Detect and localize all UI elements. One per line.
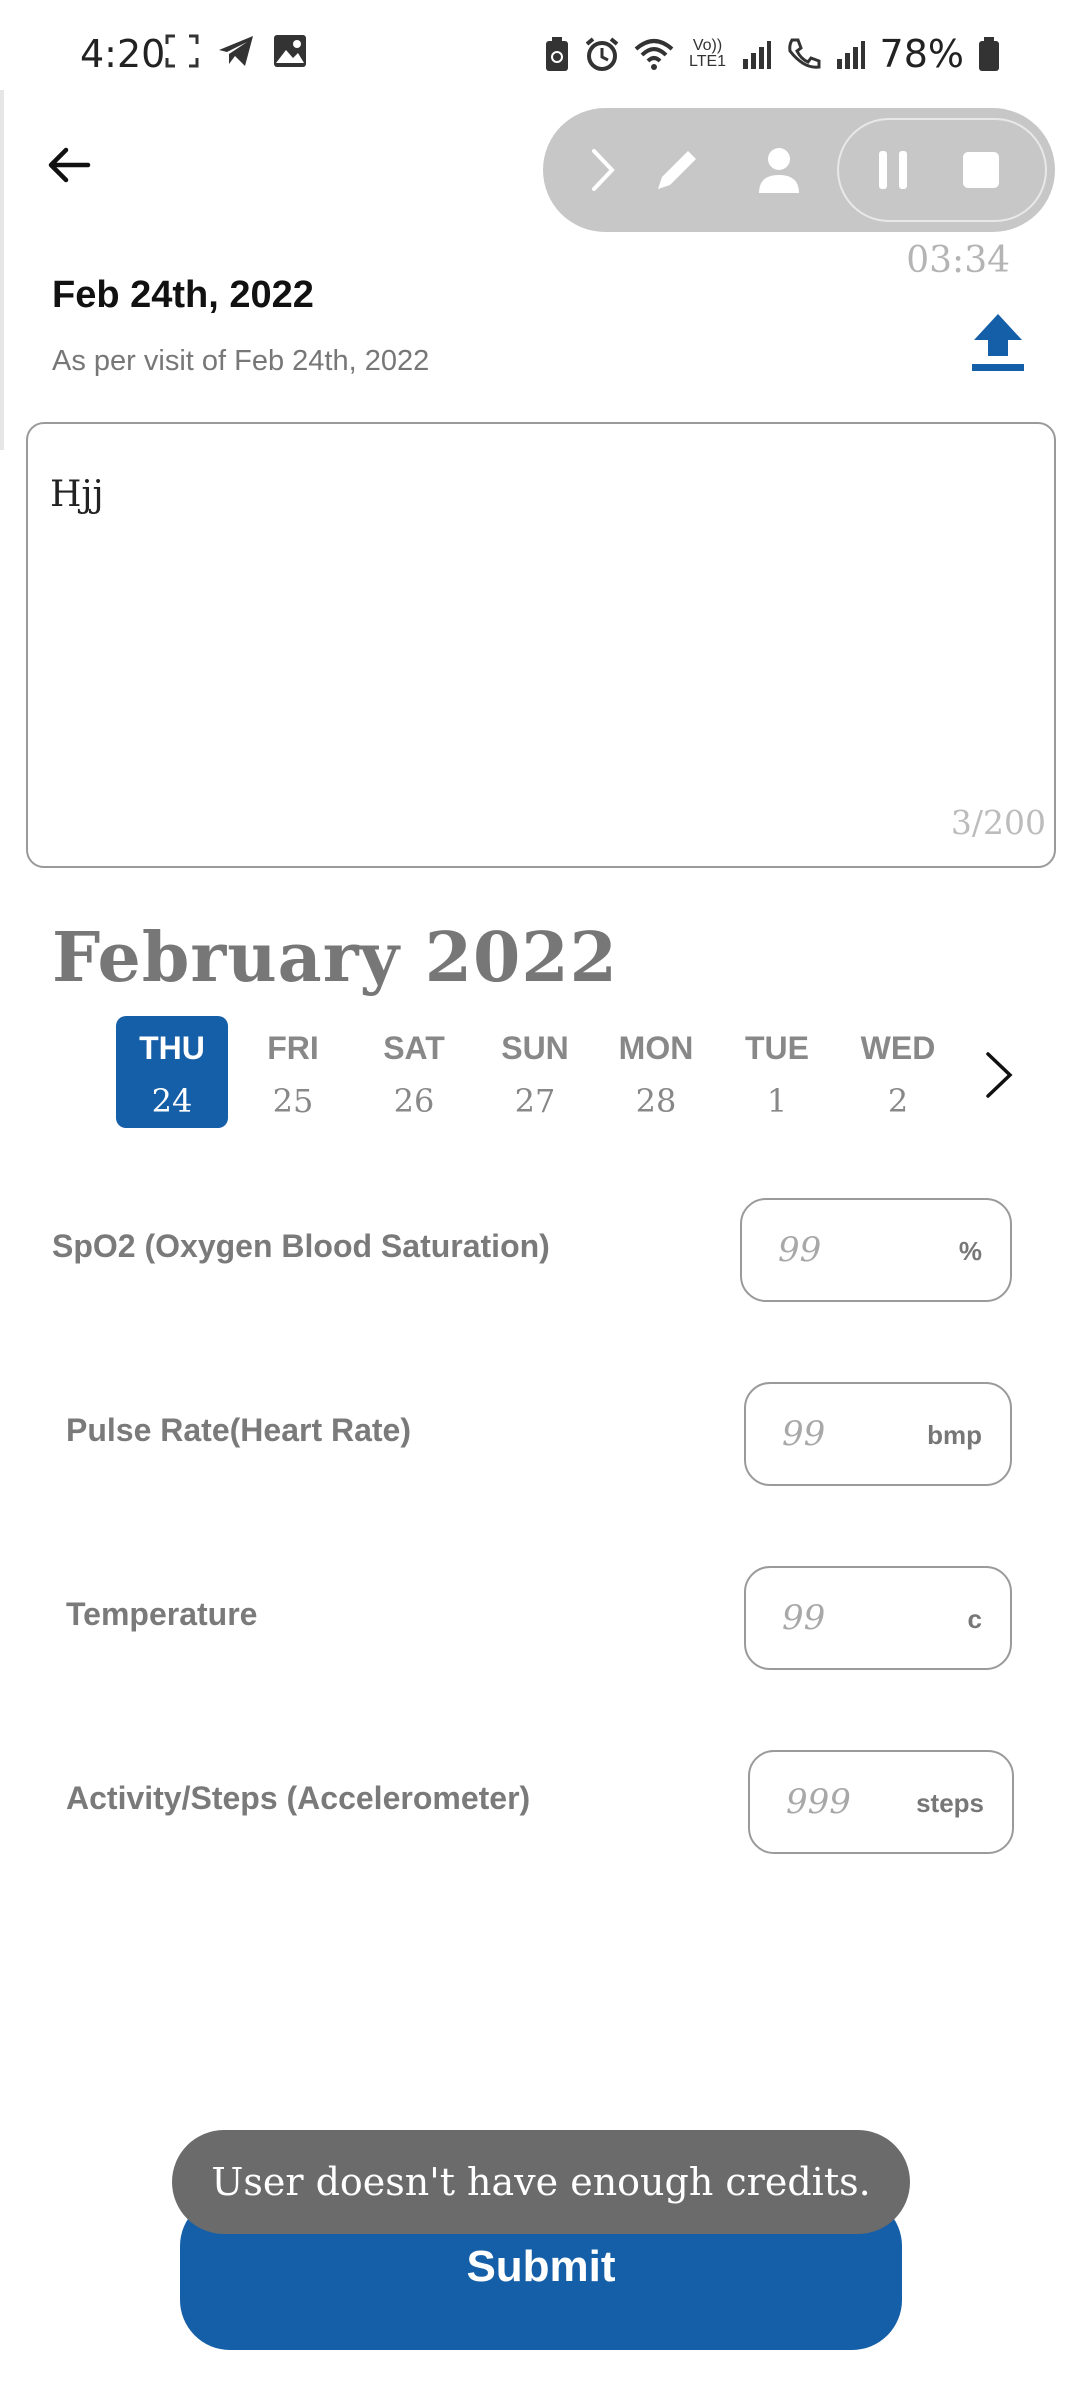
recorder-stop-button[interactable] [951,140,1011,200]
screen: 4:20 Vo)) LTE1 78% 03:34 Feb 24th, 2022 … [0,0,1080,2400]
status-notification-icons [165,34,307,68]
day-number: 26 [393,1082,435,1120]
notes-textarea[interactable]: Hjj 3/200 [26,422,1056,868]
pencil-icon [658,151,696,189]
recorder-pause-button[interactable] [863,140,923,200]
screenshot-icon [165,34,199,68]
day-fri-25[interactable]: FRI 25 [237,1016,349,1128]
gallery-icon [274,35,306,67]
day-number: 28 [635,1082,677,1120]
upload-button[interactable] [968,310,1028,374]
activity-steps-placeholder: 999 [786,1782,851,1822]
day-of-week: SUN [501,1030,569,1066]
upload-icon [972,314,1024,371]
toast-message: User doesn't have enough credits. [172,2130,910,2234]
spo2-label: SpO2 (Oxygen Blood Saturation) [52,1228,550,1264]
recorder-selfie-button[interactable] [749,140,809,200]
call-icon [787,38,821,69]
pulse-rate-placeholder: 99 [782,1414,826,1454]
temperature-input[interactable]: 99 c [744,1566,1012,1670]
day-number: 25 [272,1082,314,1120]
pulse-rate-input[interactable]: 99 bmp [744,1382,1012,1486]
status-system-icons: Vo)) LTE1 78% [544,32,1000,76]
temperature-unit: c [967,1604,982,1634]
pulse-rate-label: Pulse Rate(Heart Rate) [66,1412,411,1448]
day-number: 1 [766,1082,788,1120]
stop-icon [963,152,999,188]
day-sun-27[interactable]: SUN 27 [479,1016,591,1128]
battery-icon [979,37,999,71]
page-title: Feb 24th, 2022 [52,274,314,316]
notes-text: Hjj [50,474,104,515]
battery-saver-icon [545,37,568,71]
chevron-right-icon [986,1052,1013,1098]
signal-icon [742,41,771,69]
status-bar: 4:20 Vo)) LTE1 78% [0,0,1080,110]
chevron-right-icon [592,149,615,191]
arrow-left-icon [48,147,91,183]
day-thu-24[interactable]: THU 24 [116,1016,228,1128]
spo2-unit: % [958,1236,982,1266]
temperature-label: Temperature [66,1596,258,1632]
battery-percent: 78% [879,32,964,76]
day-number: 24 [151,1082,193,1120]
telegram-icon [219,36,253,66]
person-icon [759,148,799,193]
day-of-week: THU [139,1030,205,1066]
screen-recorder-toolbar [543,108,1055,232]
spo2-placeholder: 99 [778,1230,822,1270]
wifi-icon [634,39,673,70]
pulse-rate-unit: bmp [927,1420,982,1450]
spo2-input[interactable]: 99 % [740,1198,1012,1302]
activity-steps-unit: steps [916,1788,984,1818]
notes-char-counter: 3/200 [950,803,1046,842]
recording-timer: 03:34 [906,240,1010,281]
day-of-week: MON [618,1030,694,1066]
day-sat-26[interactable]: SAT 26 [358,1016,470,1128]
page-subtitle: As per visit of Feb 24th, 2022 [52,345,430,377]
day-of-week: TUE [745,1030,809,1066]
status-time: 4:20 [80,32,166,76]
day-number: 27 [514,1082,556,1120]
next-week-button[interactable] [978,1050,1018,1100]
day-of-week: WED [860,1030,936,1066]
recorder-controls [837,118,1047,222]
signal-2-icon [836,41,865,69]
day-of-week: SAT [383,1030,445,1066]
recorder-expand-button[interactable] [573,140,633,200]
activity-steps-input[interactable]: 999 steps [748,1750,1014,1854]
pause-icon [879,151,907,189]
activity-steps-label: Activity/Steps (Accelerometer) [66,1780,531,1816]
day-tue-1[interactable]: TUE 1 [721,1016,833,1128]
temperature-placeholder: 99 [782,1598,826,1638]
network-type-label: Vo)) LTE1 [689,37,727,70]
day-mon-28[interactable]: MON 28 [600,1016,712,1128]
edge-panel-handle[interactable] [0,90,4,450]
day-of-week: FRI [267,1030,319,1066]
day-wed-2[interactable]: WED 2 [842,1016,954,1128]
day-number: 2 [887,1082,909,1120]
alarm-icon [585,37,618,71]
recorder-draw-button[interactable] [647,140,707,200]
calendar-month-title: February 2022 [52,918,618,998]
back-button[interactable] [44,140,94,190]
